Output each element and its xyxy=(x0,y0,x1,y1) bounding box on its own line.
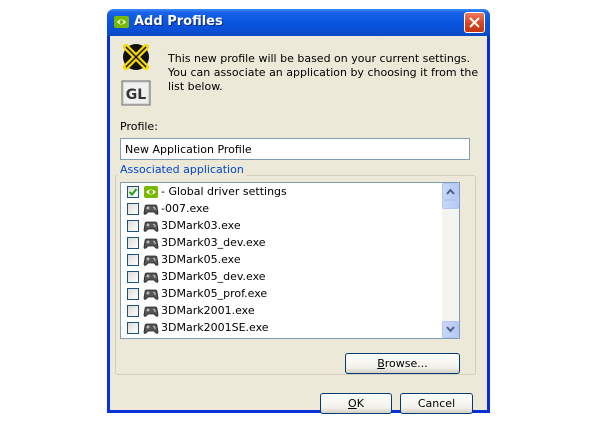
list-item-label: 3DMark2001.exe xyxy=(161,304,255,317)
list-item[interactable]: 3DMark03.exe xyxy=(121,217,443,234)
list-item[interactable]: -007.exe xyxy=(121,200,443,217)
profile-name-input[interactable] xyxy=(120,138,470,160)
list-item[interactable]: 3DMark2001.exe xyxy=(121,302,443,319)
list-item[interactable]: 3DMark05_prof.exe xyxy=(121,285,443,302)
close-button[interactable] xyxy=(464,12,485,33)
info-text: This new profile will be based on your c… xyxy=(168,52,479,93)
item-checkbox[interactable] xyxy=(127,253,139,266)
dialog-client-area: GL This new profile will be based on you… xyxy=(110,36,487,414)
gamepad-icon xyxy=(143,255,159,266)
gamepad-icon xyxy=(143,306,159,317)
list-item-label: 3DMark05_prof.exe xyxy=(161,287,268,300)
browse-button-label: Browse... xyxy=(377,357,428,370)
list-item-label: -007.exe xyxy=(161,202,209,215)
chevron-up-icon xyxy=(446,188,455,195)
scroll-down-button[interactable] xyxy=(442,321,459,338)
application-list[interactable]: - Global driver settings -007.exe 3DMark03… xyxy=(120,182,460,339)
window-border-right xyxy=(487,36,490,413)
ok-button[interactable]: OK xyxy=(320,393,392,414)
browse-button[interactable]: Browse... xyxy=(345,353,460,374)
cancel-button[interactable]: Cancel xyxy=(400,393,473,414)
dialog-title: Add Profiles xyxy=(134,14,223,29)
nvidia-eye-icon xyxy=(114,16,129,28)
list-item[interactable]: 3DMark03_dev.exe xyxy=(121,234,443,251)
chevron-down-icon xyxy=(446,326,455,333)
associated-application-legend: Associated application xyxy=(118,163,246,176)
list-item[interactable]: 3DMark05.exe xyxy=(121,251,443,268)
item-checkbox[interactable] xyxy=(127,202,139,215)
list-item[interactable]: - Global driver settings xyxy=(121,183,443,200)
list-item-label: 3DMark05_dev.exe xyxy=(161,270,266,283)
item-checkbox[interactable] xyxy=(127,185,139,198)
gamepad-icon xyxy=(143,272,159,283)
nvidia-eye-icon xyxy=(144,185,158,198)
add-profiles-dialog: Add Profiles GL This new profile will be… xyxy=(107,9,490,414)
item-checkbox[interactable] xyxy=(127,304,139,317)
vertical-scrollbar[interactable] xyxy=(442,183,459,338)
list-item-label: 3DMark2001SE.exe xyxy=(161,321,269,334)
item-checkbox[interactable] xyxy=(127,270,139,283)
checkmark-icon xyxy=(128,187,138,196)
title-bar[interactable]: Add Profiles xyxy=(107,9,490,36)
list-item[interactable]: 3DMark2001SE.exe xyxy=(121,319,443,336)
list-item-label: 3DMark05.exe xyxy=(161,253,241,266)
list-item-label: 3DMark03.exe xyxy=(161,219,241,232)
list-item-label: - Global driver settings xyxy=(161,185,287,198)
item-checkbox[interactable] xyxy=(127,321,139,334)
gamepad-icon xyxy=(143,323,159,334)
item-checkbox[interactable] xyxy=(127,236,139,249)
ok-button-label: OK xyxy=(348,397,364,410)
gamepad-icon xyxy=(143,204,159,215)
list-item[interactable]: 3DMark05_dev.exe xyxy=(121,268,443,285)
scroll-thumb[interactable] xyxy=(442,200,459,209)
svg-text:GL: GL xyxy=(126,87,146,103)
profile-label: Profile: xyxy=(120,120,158,133)
item-checkbox[interactable] xyxy=(127,219,139,232)
opengl-badge-icon: GL xyxy=(121,44,151,106)
scroll-up-button[interactable] xyxy=(442,183,459,200)
gamepad-icon xyxy=(143,221,159,232)
item-checkbox[interactable] xyxy=(127,287,139,300)
close-icon xyxy=(469,17,480,28)
application-list-items: - Global driver settings -007.exe 3DMark03… xyxy=(121,183,443,336)
gamepad-icon xyxy=(143,289,159,300)
gamepad-icon xyxy=(143,238,159,249)
list-item-label: 3DMark03_dev.exe xyxy=(161,236,266,249)
